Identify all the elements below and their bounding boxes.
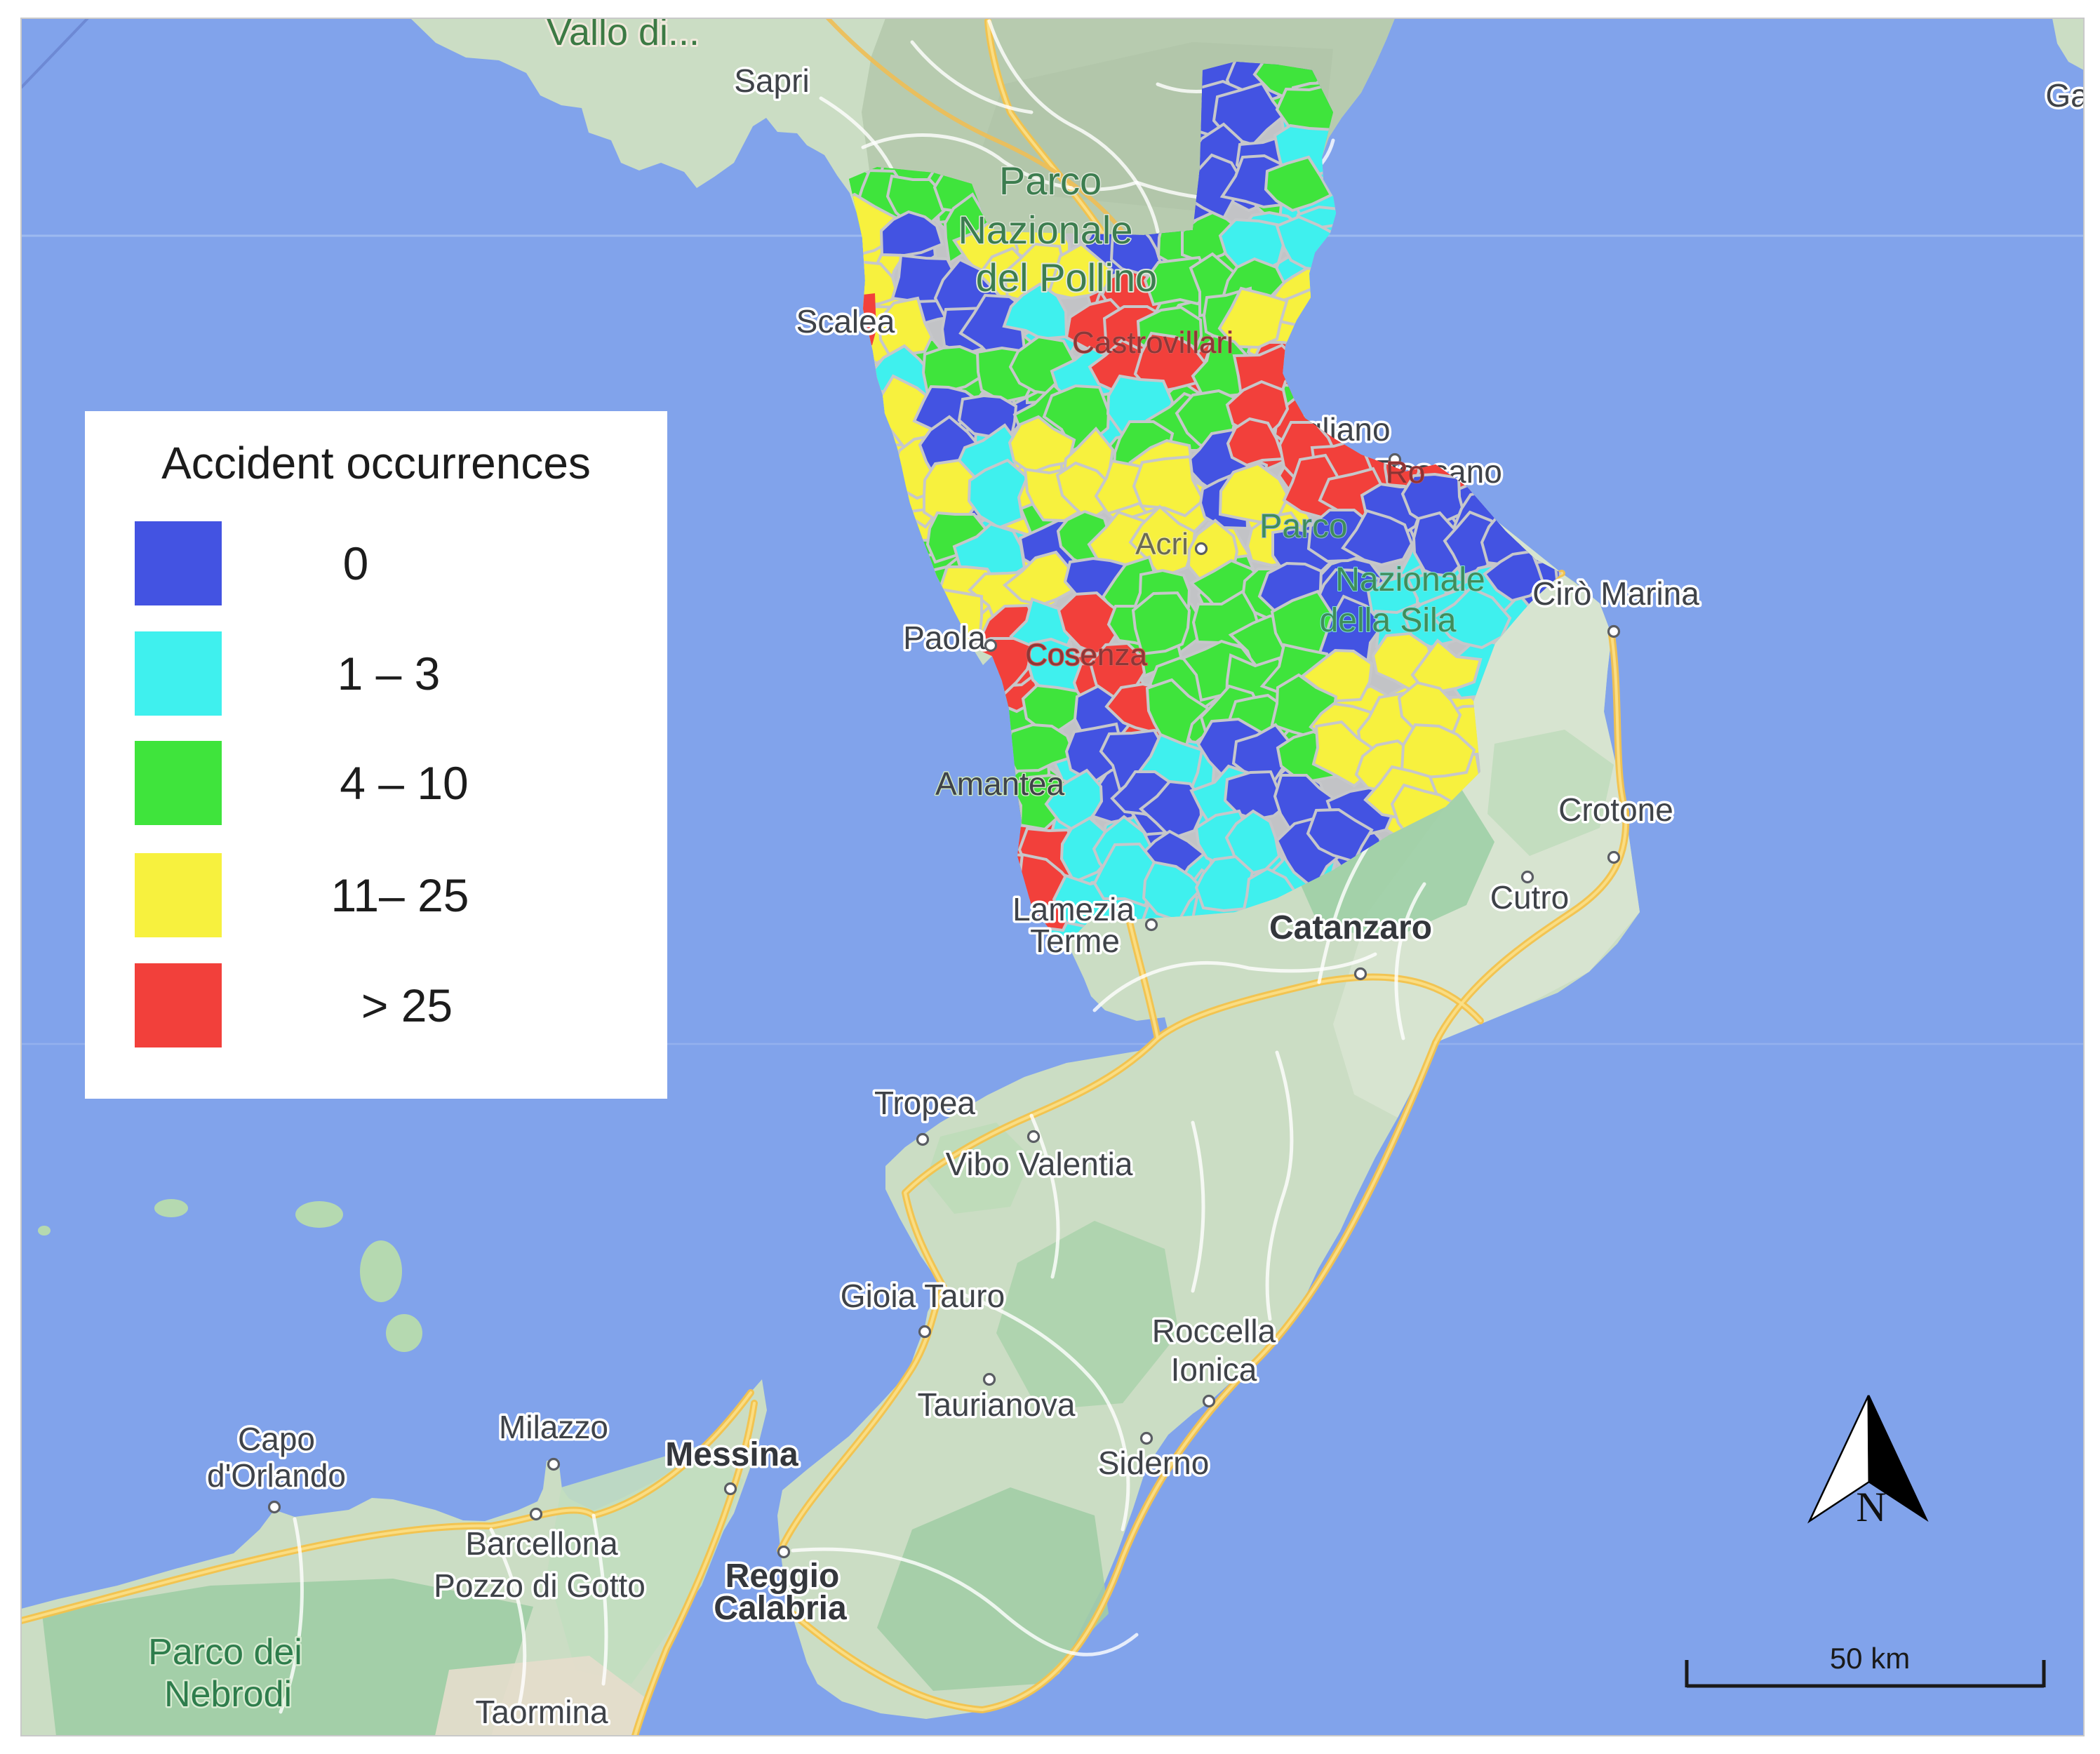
svg-text:della Sila: della Sila (1320, 602, 1457, 639)
svg-text:Cutro: Cutro (1490, 879, 1569, 916)
svg-text:Vibo Valentia: Vibo Valentia (946, 1146, 1133, 1182)
svg-text:Terme: Terme (1030, 923, 1120, 959)
svg-text:Calabria: Calabria (714, 1590, 847, 1627)
svg-text:Ionica: Ionica (1171, 1351, 1257, 1388)
svg-text:Roccella: Roccella (1152, 1313, 1276, 1349)
svg-text:Taormina: Taormina (475, 1694, 608, 1730)
svg-text:N: N (1856, 1484, 1886, 1530)
svg-text:11– 25: 11– 25 (331, 869, 469, 921)
svg-text:Barcellona: Barcellona (465, 1525, 618, 1562)
svg-text:Crotone: Crotone (1558, 791, 1673, 828)
svg-text:Cirò Marina: Cirò Marina (1532, 575, 1699, 612)
svg-text:Taurianova: Taurianova (917, 1386, 1075, 1423)
svg-text:Gioia Tauro: Gioia Tauro (841, 1278, 1005, 1314)
svg-text:Scalea: Scalea (796, 303, 895, 340)
svg-text:Pozzo di Gotto: Pozzo di Gotto (434, 1567, 646, 1604)
svg-text:Capo: Capo (238, 1421, 315, 1457)
svg-text:Tropea: Tropea (874, 1085, 975, 1121)
svg-text:4 – 10: 4 – 10 (340, 757, 469, 809)
svg-text:Ga: Ga (2045, 77, 2089, 114)
svg-text:Castrovillari: Castrovillari (1072, 326, 1233, 360)
svg-text:Parco: Parco (1259, 508, 1347, 545)
svg-text:Parco: Parco (999, 159, 1102, 203)
svg-text:d'Orlando: d'Orlando (207, 1457, 346, 1494)
svg-text:Acri: Acri (1135, 527, 1189, 561)
svg-text:Nazionale: Nazionale (1335, 561, 1485, 598)
svg-text:Cosenza: Cosenza (1025, 638, 1147, 672)
svg-text:> 25: > 25 (361, 979, 453, 1031)
svg-text:Siderno: Siderno (1098, 1445, 1210, 1481)
svg-text:50 km: 50 km (1830, 1642, 1910, 1675)
svg-text:del Pollino: del Pollino (976, 255, 1157, 300)
svg-text:Milazzo: Milazzo (499, 1409, 608, 1445)
svg-text:0: 0 (343, 537, 369, 589)
svg-text:Paola: Paola (903, 620, 986, 656)
svg-text:Nazionale: Nazionale (958, 208, 1132, 252)
svg-text:Nebrodi: Nebrodi (164, 1674, 292, 1715)
svg-text:Messina: Messina (665, 1436, 798, 1473)
svg-text:Accident occurrences: Accident occurrences (161, 438, 591, 488)
svg-text:Sapri: Sapri (734, 62, 809, 99)
svg-text:1 – 3: 1 – 3 (337, 648, 441, 699)
svg-text:Parco dei: Parco dei (148, 1632, 302, 1673)
svg-text:Catanzaro: Catanzaro (1269, 909, 1432, 946)
svg-text:Ro: Ro (1386, 455, 1425, 490)
svg-text:Amantea: Amantea (935, 765, 1065, 802)
